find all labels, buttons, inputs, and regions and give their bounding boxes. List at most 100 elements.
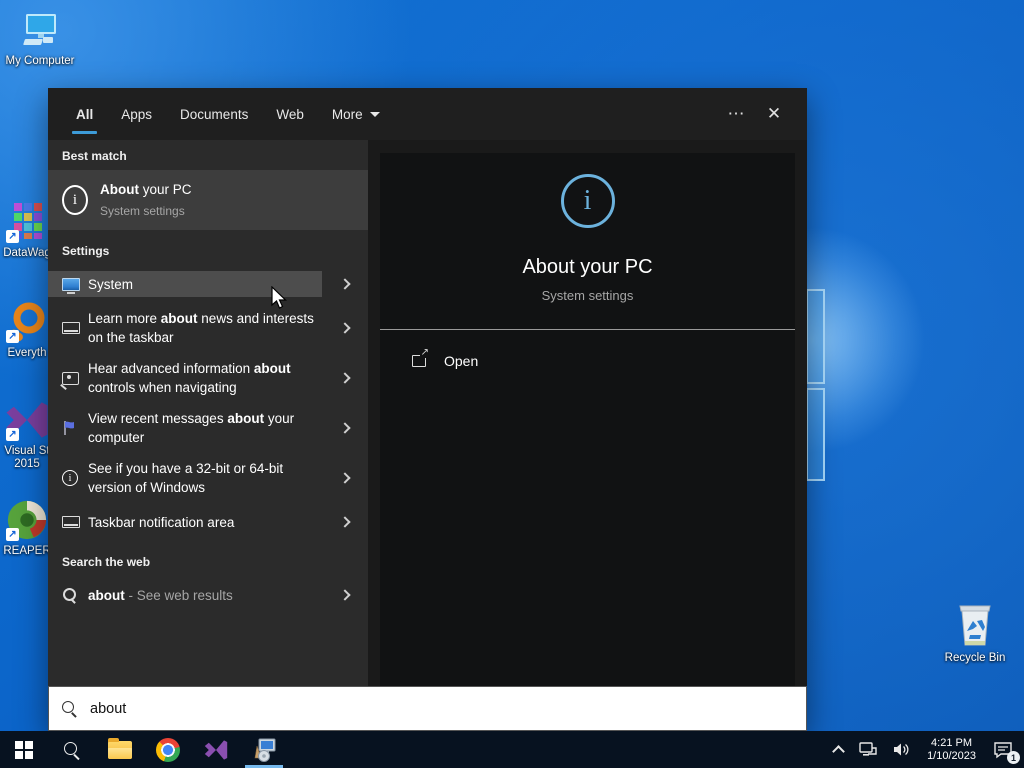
expand-chevron-button[interactable]: [322, 509, 368, 535]
tray-volume[interactable]: [888, 731, 915, 768]
reaper-icon: ↗: [5, 498, 49, 542]
chevron-right-icon: [339, 589, 351, 601]
desktop-icon-label: REAPER: [3, 545, 51, 557]
result-taskbar-notification-area[interactable]: Taskbar notification area: [48, 503, 368, 541]
chrome-icon: [156, 737, 180, 762]
wallpaper-window-pane: [806, 388, 825, 481]
desktop-icon-label: DataWag: [3, 247, 51, 259]
wallpaper-window-pane: [806, 289, 825, 384]
result-32-64-bit[interactable]: i See if you have a 32-bit or 64-bit ver…: [48, 453, 368, 503]
info-circle-icon: i: [62, 185, 88, 215]
result-recent-messages[interactable]: View recent messages about your computer: [48, 403, 368, 453]
chevron-right-icon: [339, 372, 351, 384]
notification-badge: 1: [1007, 751, 1020, 764]
taskbar-chrome[interactable]: [144, 731, 192, 768]
desktop-icon-recycle-bin[interactable]: Recycle Bin: [939, 597, 1011, 665]
result-subtitle: System settings: [100, 203, 185, 218]
shortcut-arrow-icon: ↗: [6, 330, 19, 343]
search-icon: [61, 700, 78, 717]
everything-icon: ↗: [5, 300, 49, 344]
chevron-up-icon: [832, 745, 845, 758]
search-box: [48, 686, 807, 731]
clock-time: 4:21 PM: [931, 736, 973, 749]
visual-studio-icon: ↗: [5, 398, 49, 442]
tab-web[interactable]: Web: [262, 88, 318, 140]
mouse-cursor: [270, 285, 288, 317]
info-circle-icon: i: [62, 470, 78, 486]
action-center-button[interactable]: 1: [988, 731, 1020, 768]
taskbar-clock[interactable]: 4:21 PM 1/10/2023: [921, 737, 982, 763]
tab-more[interactable]: More: [318, 88, 394, 140]
open-label: Open: [444, 353, 479, 369]
tab-apps[interactable]: Apps: [107, 88, 166, 140]
windows-logo-icon: [15, 740, 33, 759]
about-pc-info-icon: i: [560, 174, 615, 228]
preview-card: i About your PC System settings Open: [380, 153, 795, 686]
taskbar-search-button[interactable]: [48, 731, 96, 768]
result-narrator-info[interactable]: Hear advanced information about controls…: [48, 353, 368, 403]
recycle-bin-icon: [950, 597, 1000, 649]
open-action[interactable]: Open: [380, 330, 795, 392]
desktop-icon-label: Visual St 2015: [4, 445, 50, 470]
result-system[interactable]: System: [48, 265, 368, 303]
close-button[interactable]: ✕: [755, 95, 793, 133]
speaker-icon: [894, 743, 909, 756]
network-icon: [859, 742, 877, 756]
open-icon: [412, 347, 429, 367]
search-results-list: Best match i About your PC System settin…: [48, 140, 368, 686]
expand-chevron-button[interactable]: [322, 271, 368, 297]
taskbar-visual-studio[interactable]: [192, 731, 240, 768]
my-computer-icon: [18, 8, 62, 52]
result-web-search[interactable]: about - See web results: [48, 576, 368, 614]
tray-network[interactable]: [854, 731, 882, 768]
expand-chevron-button[interactable]: [322, 359, 368, 397]
start-button[interactable]: [0, 731, 48, 768]
desktop-icon-label: My Computer: [5, 55, 75, 67]
narrator-icon: [62, 371, 79, 385]
search-input[interactable]: [90, 700, 794, 717]
desktop-icon-label: Recycle Bin: [944, 652, 1006, 664]
flag-icon: [64, 421, 74, 435]
taskbar-icon: [62, 516, 80, 528]
chevron-right-icon: [339, 322, 351, 334]
tab-all[interactable]: All: [62, 88, 107, 140]
search-icon: [62, 587, 78, 603]
chevron-right-icon: [339, 516, 351, 528]
clock-date: 1/10/2023: [927, 749, 976, 762]
result-news-interests[interactable]: Learn more about news and interests on t…: [48, 303, 368, 353]
expand-chevron-button[interactable]: [322, 409, 368, 447]
taskbar-file-explorer[interactable]: [96, 731, 144, 768]
preview-pane: i About your PC System settings Open: [368, 140, 807, 686]
system-monitor-icon: [62, 277, 80, 294]
section-header-best-match: Best match: [62, 149, 127, 163]
expand-chevron-button[interactable]: [322, 582, 368, 608]
preview-title: About your PC: [522, 256, 653, 278]
desktop-icon-label: Everyth: [7, 347, 47, 359]
visual-studio-icon: [204, 739, 228, 760]
datawag-icon: ↗: [5, 200, 49, 244]
ellipsis-icon: ⋯: [727, 104, 745, 123]
expand-chevron-button[interactable]: [322, 459, 368, 497]
expand-chevron-button[interactable]: [322, 309, 368, 347]
search-tab-bar: All Apps Documents Web More ⋯ ✕: [48, 88, 807, 140]
section-header-search-web: Search the web: [62, 555, 151, 569]
taskbar-system-settings-active[interactable]: [240, 731, 288, 768]
preview-subtitle: System settings: [541, 288, 634, 303]
tab-documents[interactable]: Documents: [166, 88, 262, 140]
more-options-button[interactable]: ⋯: [717, 95, 755, 133]
result-title: About your PC: [100, 181, 192, 197]
chevron-down-icon: [369, 111, 380, 117]
desktop-icon-my-computer[interactable]: My Computer: [4, 8, 76, 68]
section-header-settings: Settings: [62, 244, 110, 258]
shortcut-arrow-icon: ↗: [6, 230, 19, 243]
taskbar: 4:21 PM 1/10/2023 1: [0, 731, 1024, 768]
result-about-your-pc[interactable]: i About your PC System settings: [48, 170, 368, 230]
system-tray: 4:21 PM 1/10/2023 1: [829, 731, 1024, 768]
tray-show-hidden-icons[interactable]: [829, 731, 848, 768]
system-properties-icon: [254, 738, 276, 762]
taskbar-icon: [62, 322, 80, 334]
chevron-right-icon: [339, 278, 351, 290]
search-icon: [63, 741, 81, 759]
search-flyout-panel: All Apps Documents Web More ⋯ ✕ Best mat…: [48, 88, 807, 731]
chevron-right-icon: [339, 422, 351, 434]
